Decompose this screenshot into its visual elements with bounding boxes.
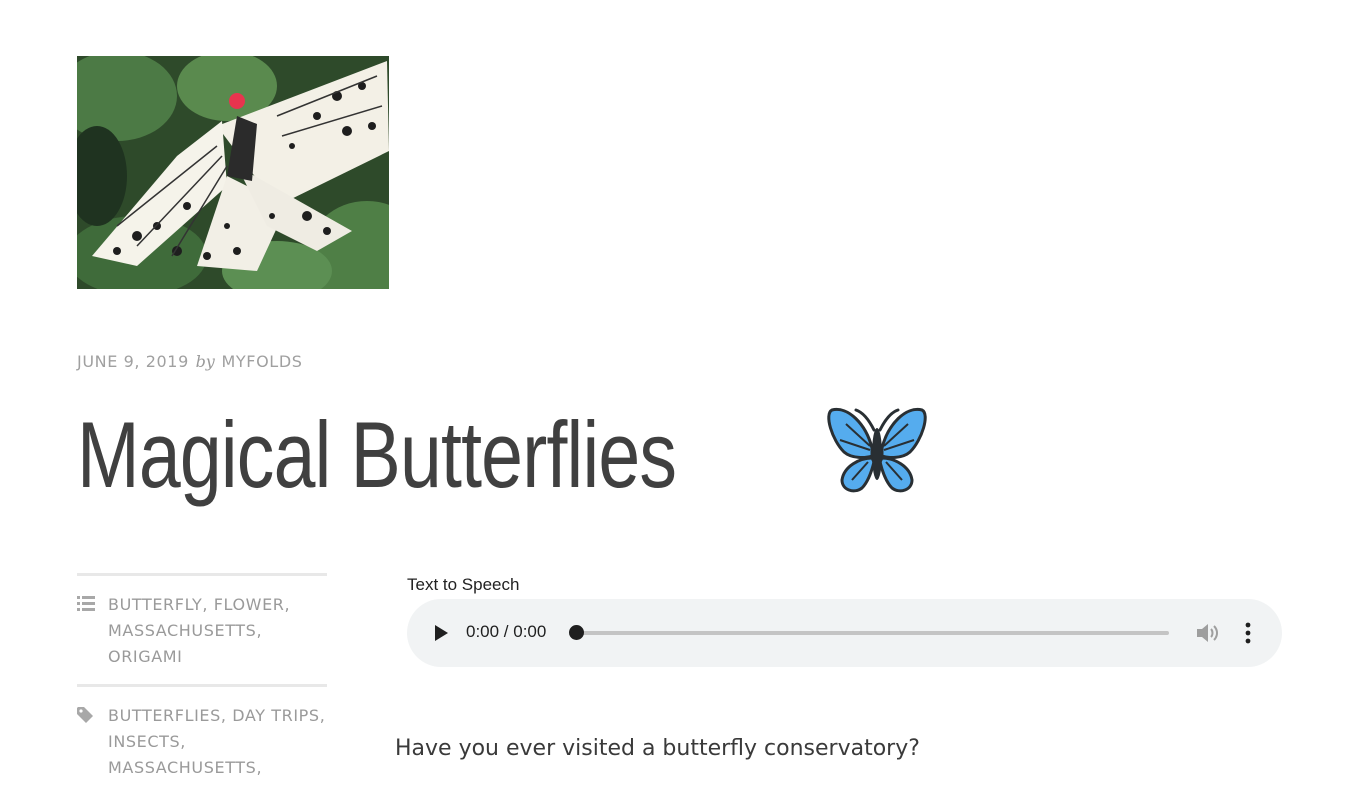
category-link-flower[interactable]: FLOWER	[214, 595, 285, 614]
categories-group: BUTTERFLY, FLOWER, MASSACHUSETTS, ORIGAM…	[77, 573, 327, 684]
post-date-link[interactable]: JUNE 9, 2019	[77, 352, 189, 371]
tag-link-butterflies[interactable]: BUTTERFLIES	[108, 706, 221, 725]
seek-thumb[interactable]	[569, 625, 584, 640]
more-options-icon[interactable]	[1241, 621, 1255, 645]
post-meta: JUNE 9, 2019 by MYFOLDS	[77, 352, 303, 371]
butterfly-photo	[77, 56, 389, 289]
category-link-massachusetts[interactable]: MASSACHUSETTS	[108, 621, 256, 640]
category-link-origami[interactable]: ORIGAMI	[108, 647, 183, 666]
play-icon[interactable]	[431, 623, 451, 643]
post-title: Magical Butterflies	[77, 402, 677, 507]
seek-slider[interactable]	[569, 625, 1169, 640]
author-link[interactable]: MYFOLDS	[222, 352, 303, 371]
time-display: 0:00 / 0:00	[466, 622, 547, 641]
post-taxonomy: BUTTERFLY, FLOWER, MASSACHUSETTS, ORIGAM…	[77, 573, 327, 795]
tag-link-insects[interactable]: INSECTS	[108, 732, 180, 751]
tag-icon	[77, 707, 93, 723]
tag-link-day-trips[interactable]: DAY TRIPS	[232, 706, 319, 725]
list-icon	[77, 596, 95, 611]
by-label: by	[195, 352, 215, 371]
post-intro-paragraph: Have you ever visited a butterfly conser…	[395, 736, 920, 761]
featured-image	[77, 56, 389, 289]
audio-player: 0:00 / 0:00	[407, 599, 1282, 667]
butterfly-emoji-icon	[827, 407, 927, 493]
tags-group: BUTTERFLIES, DAY TRIPS, INSECTS, MASSACH…	[77, 684, 327, 795]
volume-icon[interactable]	[1195, 621, 1221, 645]
category-link-butterfly[interactable]: BUTTERFLY	[108, 595, 202, 614]
text-to-speech-label: Text to Speech	[407, 575, 520, 594]
tag-link-massachusetts[interactable]: MASSACHUSETTS	[108, 758, 256, 777]
